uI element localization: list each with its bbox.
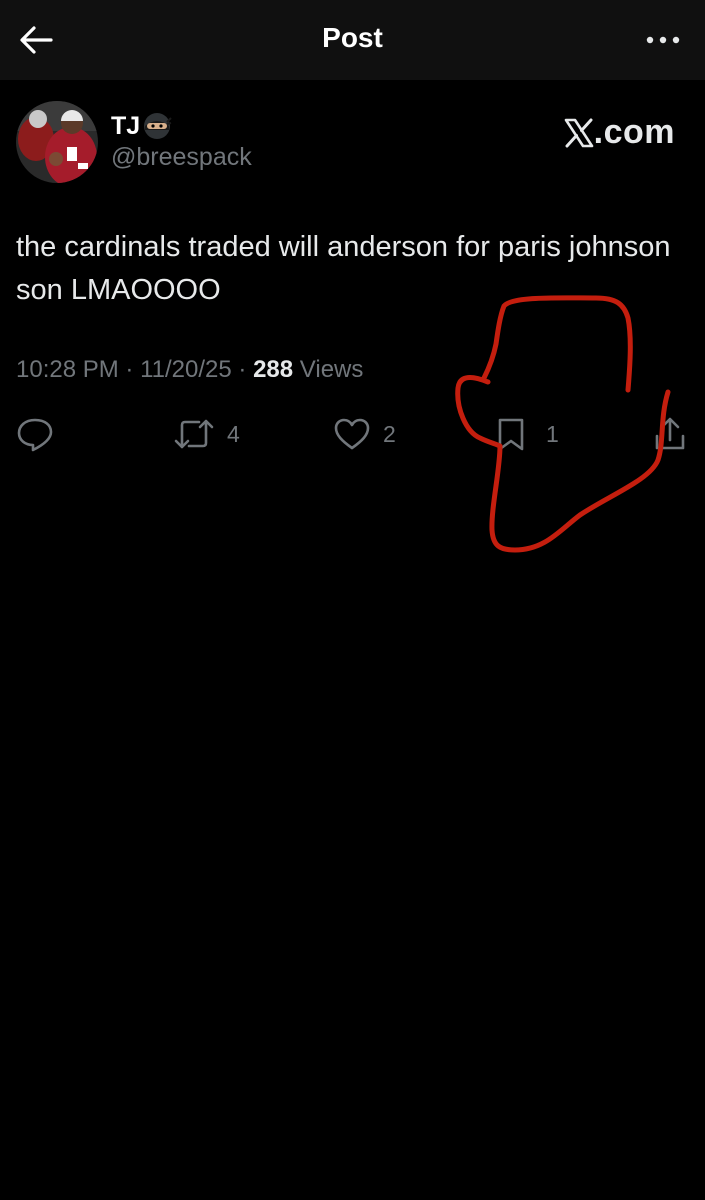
- page-title: Post: [322, 22, 383, 53]
- bookmark-button[interactable]: 1: [496, 414, 559, 454]
- like-button[interactable]: 2: [333, 414, 396, 454]
- share-icon: [655, 417, 685, 450]
- post-text: the cardinals traded will anderson for p…: [16, 231, 671, 306]
- repost-icon: [174, 419, 214, 449]
- x-logo-icon: [564, 118, 593, 147]
- views-count[interactable]: 288: [253, 356, 293, 383]
- repost-count: 4: [227, 420, 240, 447]
- heart-icon: [334, 418, 370, 450]
- avatar-photo: [16, 101, 98, 183]
- meta-separator: ·: [125, 356, 134, 383]
- views-label: Views: [299, 356, 364, 383]
- bookmark-icon: [498, 418, 524, 451]
- like-count: 2: [383, 420, 396, 447]
- more-horizontal-icon: [646, 36, 680, 44]
- x-watermark: .com: [564, 113, 675, 152]
- share-button[interactable]: [653, 414, 687, 454]
- reply-button[interactable]: [16, 414, 66, 454]
- post-metadata: 10:28 PM · 11/20/25 · 288 Views: [16, 356, 363, 384]
- avatar[interactable]: [16, 101, 98, 183]
- meta-separator: ·: [238, 356, 247, 383]
- ninja-emoji-icon: [144, 113, 172, 139]
- display-name-text: TJ: [111, 111, 141, 140]
- repost-button[interactable]: 4: [173, 414, 240, 454]
- watermark-text: .com: [593, 113, 675, 151]
- red-marker-annotation: [455, 295, 671, 553]
- top-bar: Post: [0, 0, 705, 80]
- post-time: 10:28 PM: [16, 356, 119, 383]
- author-display-name[interactable]: TJ: [111, 111, 172, 141]
- post-date: 11/20/25: [140, 356, 232, 383]
- bookmark-count: 1: [546, 420, 559, 447]
- author-handle[interactable]: @breespack: [111, 143, 252, 172]
- reply-icon: [17, 418, 53, 452]
- more-options-button[interactable]: [641, 22, 685, 58]
